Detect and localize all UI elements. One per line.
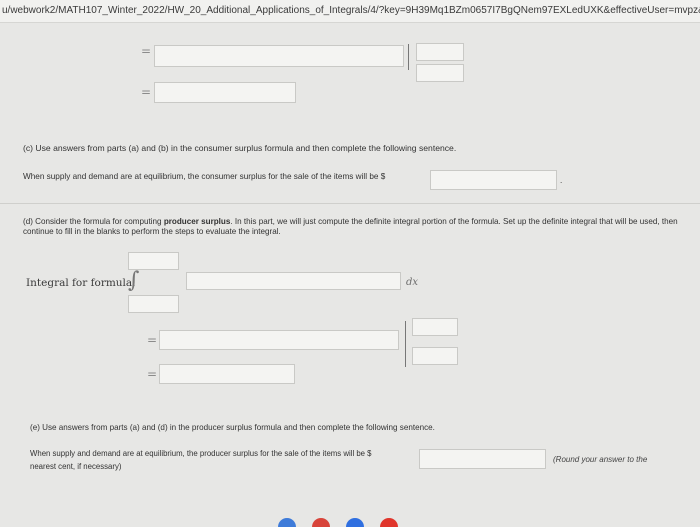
equals-sign: = (147, 333, 158, 347)
sentence-period: . (560, 176, 563, 185)
part-b-denominator-input[interactable] (416, 64, 464, 82)
chrome-icon[interactable] (278, 518, 296, 527)
producer-surplus-input[interactable] (419, 449, 546, 469)
dx-label: dx (406, 277, 419, 288)
youtube-icon[interactable] (380, 518, 398, 527)
equals-sign: = (141, 85, 152, 99)
address-bar[interactable]: u/webwork2/MATH107_Winter_2022/HW_20_Add… (0, 0, 700, 23)
part-d-instructions: (d) Consider the formula for computing p… (23, 217, 678, 236)
integrand-input[interactable] (186, 272, 401, 290)
address-bar-url: u/webwork2/MATH107_Winter_2022/HW_20_Add… (2, 5, 700, 16)
part-c-sentence: When supply and demand are at equilibriu… (23, 172, 386, 181)
integral-sign-icon: ∫ (128, 268, 140, 293)
part-e-instructions: (e) Use answers from parts (a) and (d) i… (30, 423, 435, 432)
equals-sign: = (141, 44, 152, 58)
section-divider (0, 203, 700, 204)
eval-lower-input[interactable] (412, 347, 458, 365)
equals-sign: = (147, 367, 158, 381)
evaluation-bar (405, 321, 406, 367)
fraction-bar (408, 44, 409, 70)
gmail-icon[interactable] (312, 518, 330, 527)
part-b-answer-input-2[interactable] (154, 82, 296, 103)
antiderivative-input[interactable] (159, 330, 399, 350)
part-b-answer-input-1[interactable] (154, 45, 404, 67)
part-e-sentence-continued: nearest cent, if necessary) (30, 462, 122, 471)
docs-icon[interactable] (346, 518, 364, 527)
round-note: (Round your answer to the (553, 455, 648, 464)
lower-limit-input[interactable] (128, 295, 179, 313)
part-b-numerator-input[interactable] (416, 43, 464, 61)
integral-formula-label: Integral for formula: (26, 277, 136, 289)
integral-result-input[interactable] (159, 364, 295, 384)
eval-upper-input[interactable] (412, 318, 458, 336)
consumer-surplus-input[interactable] (430, 170, 557, 190)
part-e-sentence: When supply and demand are at equilibriu… (30, 449, 372, 458)
part-c-instructions: (c) Use answers from parts (a) and (b) i… (23, 143, 457, 153)
